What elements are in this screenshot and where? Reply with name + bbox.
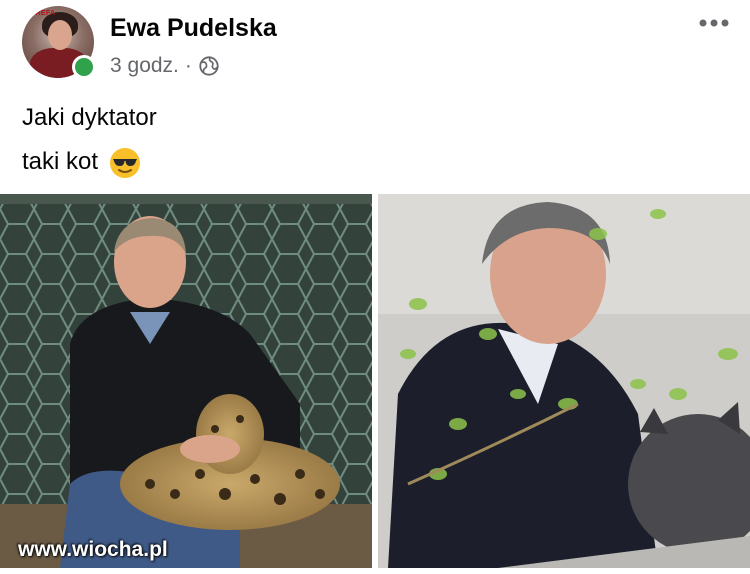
post-text-line-2: taki kot	[22, 140, 722, 184]
more-horizontal-icon	[699, 19, 729, 27]
post-timestamp[interactable]: 3 godz.	[110, 54, 179, 78]
globe-icon[interactable]	[198, 55, 220, 77]
watermark-text: www.wiocha.pl	[18, 538, 168, 561]
photo-right[interactable]	[378, 194, 750, 568]
photo-left[interactable]	[0, 194, 372, 568]
post-text: Jaki dyktator taki kot	[22, 96, 722, 184]
avatar-badge-text: STREFA	[26, 10, 56, 17]
post-text-line-1: Jaki dyktator	[22, 104, 157, 131]
meta-separator: ·	[184, 54, 192, 77]
sunglasses-emoji-icon	[109, 147, 140, 178]
post-meta: 3 godz. ·	[110, 53, 220, 79]
photo-left-scene	[0, 194, 372, 568]
avatar-face-shape	[48, 20, 72, 50]
author-name[interactable]: Ewa Pudelska	[110, 14, 277, 43]
online-status-dot	[72, 55, 96, 79]
post-header: STREFA Ewa Pudelska 3 godz. ·	[0, 0, 750, 90]
post-text-line-2-words: taki kot	[22, 148, 99, 175]
photo-right-scene	[378, 194, 750, 568]
more-options-button[interactable]	[692, 8, 736, 38]
